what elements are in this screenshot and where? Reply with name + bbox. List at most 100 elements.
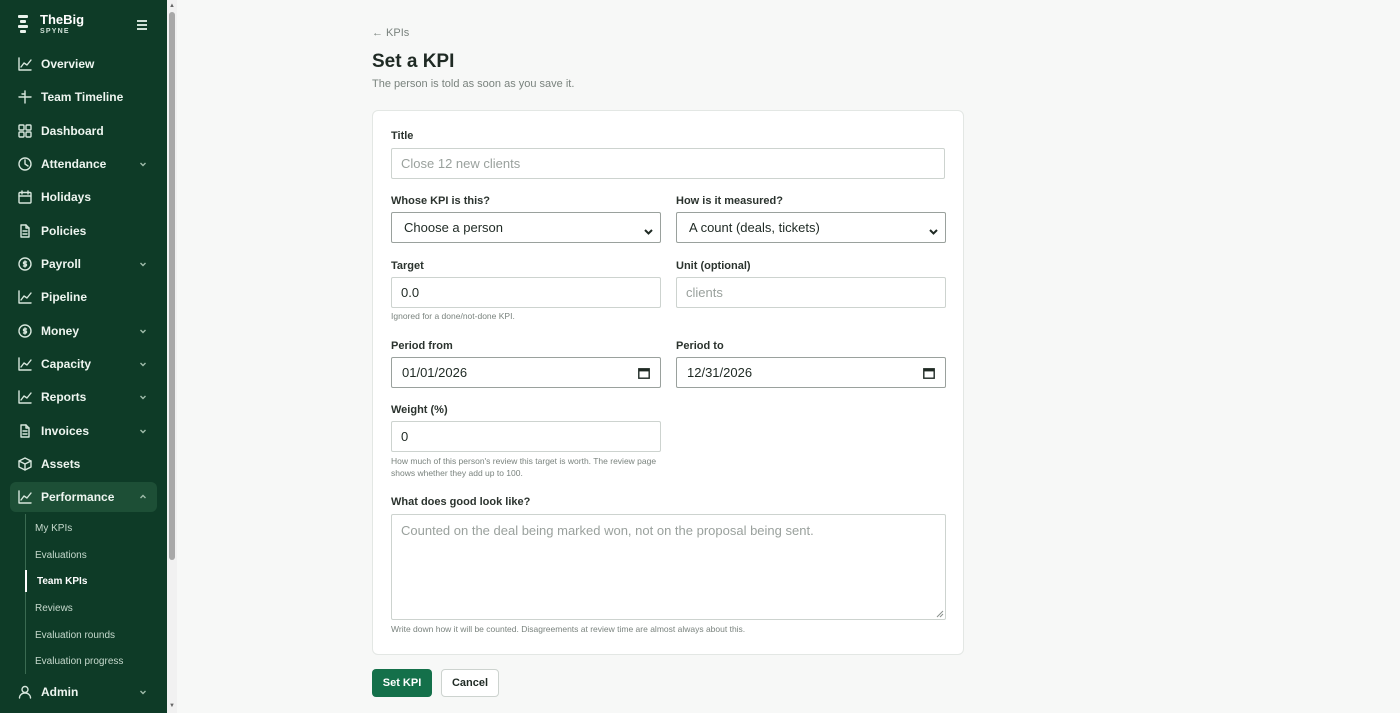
document-icon xyxy=(18,424,32,438)
menu-icon[interactable] xyxy=(137,20,147,30)
grid-icon xyxy=(18,124,32,138)
cancel-button[interactable]: Cancel xyxy=(441,669,499,697)
user-icon xyxy=(18,685,32,699)
sidebar-item-pipeline[interactable]: Pipeline xyxy=(10,282,157,312)
coin-icon xyxy=(18,324,32,338)
chart-line-icon xyxy=(18,357,32,371)
sidebar-item-label: Payroll xyxy=(41,257,82,271)
performance-subnav: My KPIs Evaluations Team KPIs Reviews Ev… xyxy=(25,514,165,674)
whose-kpi-label: Whose KPI is this? xyxy=(391,195,491,207)
scroll-up-arrow-icon[interactable]: ▲ xyxy=(168,2,176,10)
chart-line-icon xyxy=(18,490,32,504)
chevron-down-icon xyxy=(139,393,147,401)
person-select[interactable]: Choose a person xyxy=(391,212,661,243)
weight-label: Weight (%) xyxy=(391,404,448,416)
good-look-help-text: Write down how it will be counted. Disag… xyxy=(391,624,746,634)
page-subtitle: The person is told as soon as you save i… xyxy=(372,78,575,90)
chevron-down-icon xyxy=(139,360,147,368)
sidebar-item-label: Attendance xyxy=(41,157,107,171)
sidebar-item-label: Performance xyxy=(41,490,115,504)
good-look-textarea[interactable] xyxy=(391,514,946,620)
measurement-select[interactable]: A count (deals, tickets) xyxy=(676,212,946,243)
sidebar-item-label: Assets xyxy=(41,457,81,471)
box-icon xyxy=(18,457,32,471)
chevron-up-icon xyxy=(139,493,147,501)
period-to-value: 12/31/2026 xyxy=(687,365,753,380)
sidebar-item-policies[interactable]: Policies xyxy=(10,216,157,246)
period-to-input[interactable]: 12/31/2026 xyxy=(676,357,946,388)
chevron-down-icon xyxy=(139,688,147,696)
chevron-down-icon xyxy=(139,260,147,268)
page-title: Set a KPI xyxy=(372,51,455,72)
sidebar-item-label: Money xyxy=(41,324,80,338)
sidebar-item-overview[interactable]: Overview xyxy=(10,49,157,79)
chevron-down-icon xyxy=(139,327,147,335)
chart-line-icon xyxy=(18,57,32,71)
sidebar-item-admin[interactable]: Admin xyxy=(10,677,157,707)
sidebar-item-reports[interactable]: Reports xyxy=(10,382,157,412)
back-link[interactable]: ← KPIs xyxy=(372,27,409,39)
unit-input[interactable] xyxy=(676,277,946,308)
coin-icon xyxy=(18,257,32,271)
sidebar-item-dashboard[interactable]: Dashboard xyxy=(10,116,157,146)
subnav-item-team-kpis[interactable]: Team KPIs xyxy=(25,570,160,592)
title-input[interactable] xyxy=(391,148,945,179)
sidebar-item-label: Invoices xyxy=(41,424,90,438)
weight-input[interactable] xyxy=(391,421,661,452)
chevron-down-icon xyxy=(139,160,147,168)
chart-line-icon xyxy=(18,290,32,304)
sidebar-item-invoices[interactable]: Invoices xyxy=(10,416,157,446)
sidebar-item-attendance[interactable]: Attendance xyxy=(10,149,157,179)
scroll-down-arrow-icon[interactable]: ▼ xyxy=(168,702,176,710)
kpi-form-card: Title Whose KPI is this? Choose a person… xyxy=(372,110,964,655)
set-kpi-button[interactable]: Set KPI xyxy=(372,669,432,697)
period-from-label: Period from xyxy=(391,340,453,352)
sidebar-item-label: Admin xyxy=(41,685,79,699)
timeline-icon xyxy=(18,90,32,104)
subnav-item-my-kpis[interactable]: My KPIs xyxy=(26,517,161,539)
sidebar-item-label: Team Timeline xyxy=(41,90,124,104)
sidebar-item-team-timeline[interactable]: Team Timeline xyxy=(10,82,157,112)
brand-name: TheBig xyxy=(40,12,85,27)
calendar-icon[interactable] xyxy=(923,367,935,379)
scrollbar-thumb[interactable] xyxy=(169,12,175,560)
subnav-item-reviews[interactable]: Reviews xyxy=(26,597,161,619)
brand-logo-icon xyxy=(16,15,30,35)
sidebar-item-money[interactable]: Money xyxy=(10,316,157,346)
subnav-item-evaluations[interactable]: Evaluations xyxy=(26,544,161,566)
sidebar-item-payroll[interactable]: Payroll xyxy=(10,249,157,279)
period-to-label: Period to xyxy=(676,340,724,352)
resize-grip-icon[interactable] xyxy=(936,610,944,618)
sidebar-item-label: Pipeline xyxy=(41,290,88,304)
sidebar-item-assets[interactable]: Assets xyxy=(10,449,157,479)
chevron-down-icon xyxy=(929,224,938,235)
unit-label: Unit (optional) xyxy=(676,260,751,272)
measurement-select-value: A count (deals, tickets) xyxy=(689,220,820,235)
sidebar-item-label: Overview xyxy=(41,57,95,71)
sidebar: TheBig SPYNE Overview Team Timeline Dash… xyxy=(0,0,167,713)
period-from-input[interactable]: 01/01/2026 xyxy=(391,357,661,388)
clock-icon xyxy=(18,157,32,171)
document-icon xyxy=(18,224,32,238)
sidebar-item-label: Capacity xyxy=(41,357,92,371)
target-input[interactable] xyxy=(391,277,661,308)
measured-label: How is it measured? xyxy=(676,195,783,207)
sidebar-scrollbar[interactable]: ▲ ▼ xyxy=(167,0,177,713)
brand-subtitle: SPYNE xyxy=(40,28,70,35)
weight-help-text: How much of this person's review this ta… xyxy=(391,456,657,478)
brand[interactable]: TheBig SPYNE xyxy=(16,12,156,40)
sidebar-item-capacity[interactable]: Capacity xyxy=(10,349,157,379)
calendar-icon[interactable] xyxy=(638,367,650,379)
sidebar-item-label: Dashboard xyxy=(41,124,104,138)
chevron-down-icon xyxy=(644,224,653,235)
target-label: Target xyxy=(391,260,424,272)
subnav-item-evaluation-rounds[interactable]: Evaluation rounds xyxy=(26,624,161,646)
sidebar-item-label: Reports xyxy=(41,390,87,404)
person-select-value: Choose a person xyxy=(404,220,504,235)
subnav-item-evaluation-progress[interactable]: Evaluation progress xyxy=(26,650,161,672)
sidebar-item-label: Policies xyxy=(41,224,87,238)
sidebar-item-holidays[interactable]: Holidays xyxy=(10,182,157,212)
calendar-icon xyxy=(18,190,32,204)
sidebar-item-performance[interactable]: Performance xyxy=(10,482,157,512)
period-from-value: 01/01/2026 xyxy=(402,365,468,380)
